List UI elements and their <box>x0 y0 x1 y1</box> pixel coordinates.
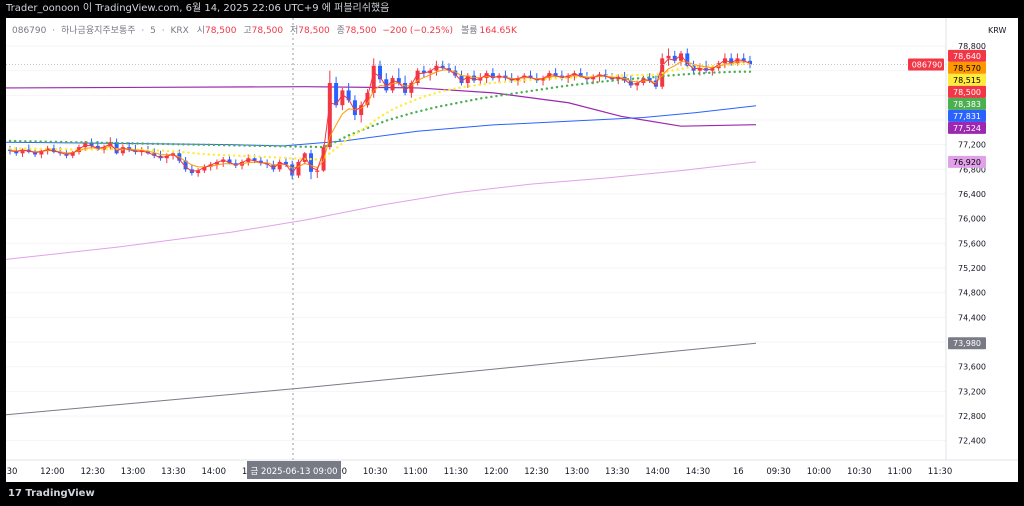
price-tag-label: 78,383 <box>953 100 981 109</box>
time-tick-label: 11:00 <box>887 467 912 477</box>
ma-gray-line <box>5 342 757 416</box>
time-tick-label: 13:30 <box>605 467 630 477</box>
price-tag-label: 78,640 <box>953 52 981 61</box>
time-tick-label: 12:30 <box>524 467 549 477</box>
symbol-name: 하나금융지주보통주 <box>61 25 136 36</box>
price-tick-label: 73,600 <box>958 363 986 372</box>
price-tick-label: 73,200 <box>958 387 986 396</box>
candle-body <box>666 55 671 59</box>
price-tag-label: 77,524 <box>953 124 981 133</box>
volume-value: 164.65K <box>480 26 518 36</box>
price-tick-label: 75,600 <box>958 239 986 248</box>
chart-frame[interactable]: 086790 · 하나금융지주보통주 · 5 · KRX 시78,500 고78… <box>5 18 1018 482</box>
time-tick-label: 16 <box>733 467 744 477</box>
time-tick-label: 11:30 <box>928 467 953 477</box>
time-tick-label: 13:30 <box>161 467 186 477</box>
moving-averages <box>5 86 757 416</box>
time-tick-label: 10:00 <box>807 467 832 477</box>
price-tag-label: 78,500 <box>953 88 981 97</box>
price-tag-label: 78,570 <box>953 64 981 73</box>
crosshair-time-tag: 금 2025-06-13 09:00 <box>247 461 341 479</box>
symbol-tag-label: 086790 <box>912 61 943 70</box>
time-axis[interactable]: 30 12:00 12:30 13:00 13:30 14:00 14:30 10:00 10:… <box>7 467 953 477</box>
ma-pink-line <box>5 161 757 260</box>
change-value: −200 (−0.25%) <box>382 26 453 36</box>
time-tick-label: 14:00 <box>645 467 670 477</box>
high-value: 78,500 <box>252 26 284 36</box>
time-tick-label: 14:30 <box>686 467 711 477</box>
tradingview-logo[interactable]: 17 TradingView <box>8 488 95 499</box>
time-tick-label: 11:00 <box>403 467 428 477</box>
time-tick-label: 14:00 <box>201 467 226 477</box>
price-tick-label: 78,800 <box>958 42 986 51</box>
ma-blue-line <box>5 105 757 147</box>
price-tick-label: 74,400 <box>958 313 986 322</box>
price-tick-label: 72,400 <box>958 437 986 446</box>
svg-text:금 2025-06-13 09:00: 금 2025-06-13 09:00 <box>250 467 337 477</box>
price-tick-label: 75,200 <box>958 264 986 273</box>
open-value: 78,500 <box>205 26 237 36</box>
time-tick-label: 09:30 <box>766 467 791 477</box>
price-tick-label: 76,000 <box>958 215 986 224</box>
time-tick-label: 12:00 <box>40 467 65 477</box>
price-tick-label: 74,800 <box>958 289 986 298</box>
time-tick-label: 30 <box>7 467 18 477</box>
time-tick-label: 10:30 <box>363 467 388 477</box>
price-tag-label: 73,980 <box>953 339 981 348</box>
price-tags: 78,640 78,570 78,515 78,500 78,383 77,831 77,5… <box>908 49 986 350</box>
interval: 5 <box>150 26 156 36</box>
close-value: 78,500 <box>345 26 377 36</box>
price-chart[interactable]: 086790 · 하나금융지주보통주 · 5 · KRX 시78,500 고78… <box>5 18 1018 482</box>
price-tick-label: 76,400 <box>958 190 986 199</box>
legend: 086790 · 하나금융지주보통주 · 5 · KRX 시78,500 고78… <box>12 25 518 36</box>
tradingview-logo-icon: 17 <box>8 488 22 499</box>
time-tick-label: 11:30 <box>444 467 469 477</box>
currency-label[interactable]: KRW <box>988 26 1006 35</box>
candle-body <box>309 153 314 172</box>
time-tick-label: 10:30 <box>847 467 872 477</box>
exchange: KRX <box>171 26 189 36</box>
price-tag-label: 77,831 <box>953 112 981 121</box>
price-tag-label: 76,920 <box>953 158 981 167</box>
time-tick-label: 12:30 <box>80 467 105 477</box>
price-tick-label: 72,800 <box>958 412 986 421</box>
price-tick-label: 77,200 <box>958 141 986 150</box>
time-tick-label: 13:00 <box>565 467 590 477</box>
time-tick-label: 13:00 <box>121 467 146 477</box>
candles <box>8 48 752 180</box>
low-value: 78,500 <box>298 26 330 36</box>
symbol-code: 086790 <box>12 26 47 36</box>
svg-text:086790 · 하나금융지: 086790 · 하나금융지주보통주 · 5 · KRX 시78,500 고78… <box>12 25 518 36</box>
footer: 17 TradingView <box>0 483 1024 506</box>
price-tag-label: 78,515 <box>953 76 981 85</box>
time-tick-label: 12:00 <box>484 467 509 477</box>
candle-body <box>315 170 320 172</box>
publish-info: Trader_oonoon 이 TradingView.com, 6월 14, … <box>6 3 390 14</box>
